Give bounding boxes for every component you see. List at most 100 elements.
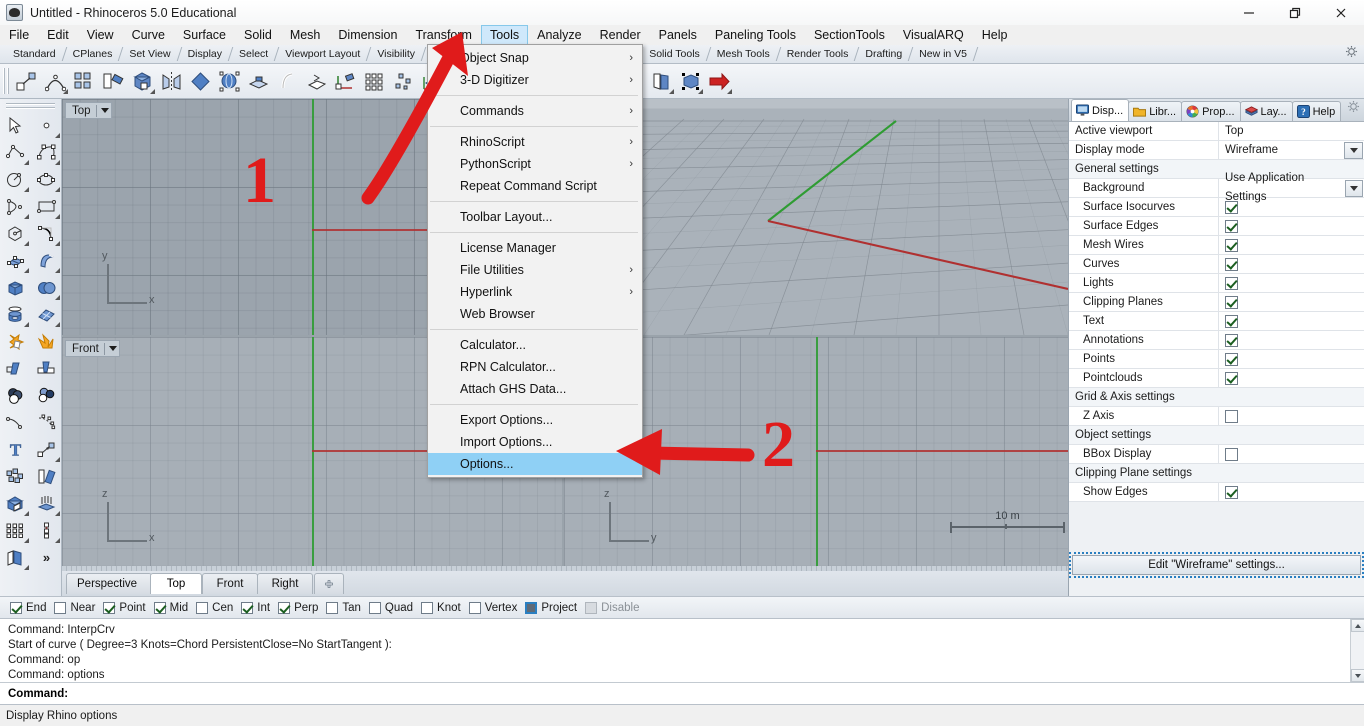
trim-tool-icon[interactable] — [0, 355, 31, 382]
mirror-tool-icon[interactable] — [158, 68, 185, 95]
control-point-curve-icon[interactable] — [31, 139, 62, 166]
extrude-tool-icon[interactable] — [245, 68, 272, 95]
chevron-down-icon[interactable] — [100, 108, 109, 113]
menuitem-import-options[interactable]: Import Options... — [428, 431, 642, 453]
planar-surface-icon[interactable] — [303, 68, 330, 95]
mesh-surface-icon[interactable] — [31, 301, 62, 328]
osnap-knot[interactable]: Knot — [421, 601, 461, 614]
menuitem-web-browser[interactable]: Web Browser — [428, 303, 642, 325]
array-tool-icon[interactable] — [71, 68, 98, 95]
viewport-tab-add-button[interactable] — [314, 573, 344, 594]
menuitem-attach-ghs-data[interactable]: Attach GHS Data... — [428, 378, 642, 400]
row-pointclouds[interactable]: Pointclouds — [1069, 368, 1364, 388]
menu-view[interactable]: View — [78, 25, 123, 45]
toolbar-tab-mesh-tools[interactable]: Mesh Tools — [708, 46, 778, 63]
box-tool-icon[interactable] — [129, 68, 156, 95]
osnap-mid[interactable]: Mid — [153, 601, 188, 614]
more-tools-icon[interactable]: » — [31, 544, 62, 571]
red-arrow-tool-icon[interactable] — [706, 68, 733, 95]
show-edges-checkbox[interactable] — [1225, 485, 1238, 499]
select-points-icon[interactable] — [361, 68, 388, 95]
viewport-tab-grip[interactable] — [62, 566, 1068, 571]
select-arrow-icon[interactable] — [0, 112, 31, 139]
curve-tool-icon[interactable] — [42, 68, 69, 95]
curve-points-icon[interactable] — [31, 409, 62, 436]
osnap-perp[interactable]: Perp — [278, 601, 318, 614]
row-mesh-wires[interactable]: Mesh Wires — [1069, 235, 1364, 255]
menuitem-3d-digitizer[interactable]: 3-D Digitizer › — [428, 69, 642, 91]
curve-from-object-icon[interactable] — [0, 409, 31, 436]
clipping-planes-checkbox[interactable] — [1225, 295, 1238, 309]
viewport-top-label[interactable]: Top — [65, 102, 112, 119]
points-checkbox[interactable] — [1225, 352, 1238, 366]
text-tool-icon[interactable]: T — [0, 436, 31, 463]
menuitem-hyperlink[interactable]: Hyperlink › — [428, 281, 642, 303]
rectangle-tool-icon[interactable] — [31, 193, 62, 220]
panel-tab-libraries[interactable]: Libr... — [1128, 101, 1183, 121]
panel-tab-layers[interactable]: Lay... — [1239, 101, 1293, 121]
panel-tab-display[interactable]: Disp... — [1071, 99, 1130, 121]
bbox-display-checkbox[interactable] — [1225, 447, 1238, 461]
osnap-mid-checkbox[interactable] — [153, 601, 166, 614]
maximize-button[interactable] — [1272, 0, 1318, 25]
select-sub-objects-icon[interactable] — [390, 68, 417, 95]
row-show-edges[interactable]: Show Edges — [1069, 482, 1364, 502]
menuitem-export-options[interactable]: Export Options... — [428, 409, 642, 431]
menu-panels[interactable]: Panels — [650, 25, 706, 45]
viewport-tab-front[interactable]: Front — [202, 573, 258, 594]
menu-dimension[interactable]: Dimension — [329, 25, 406, 45]
osnap-end-checkbox[interactable] — [10, 601, 22, 614]
osnap-project-checkbox[interactable] — [525, 601, 538, 614]
divide-curve-icon[interactable] — [31, 517, 62, 544]
menuitem-repeat-command-script[interactable]: Repeat Command Script — [428, 175, 642, 197]
selected-box-icon[interactable] — [677, 68, 704, 95]
close-button[interactable] — [1318, 0, 1364, 25]
surface-edges-checkbox[interactable] — [1225, 219, 1238, 233]
display-mode-dropdown-button[interactable] — [1344, 141, 1363, 159]
toolbar-tab-viewport-layout[interactable]: Viewport Layout — [276, 46, 368, 63]
menu-visualarq[interactable]: VisualARQ — [894, 25, 973, 45]
toolbar-grip[interactable] — [3, 68, 10, 94]
pointclouds-checkbox[interactable] — [1225, 371, 1238, 385]
menuitem-rpn-calculator[interactable]: RPN Calculator... — [428, 356, 642, 378]
menuitem-calculator[interactable]: Calculator... — [428, 334, 642, 356]
menuitem-file-utilities[interactable]: File Utilities › — [428, 259, 642, 281]
osnap-point[interactable]: Point — [103, 601, 146, 614]
split-tool-icon[interactable] — [31, 355, 62, 382]
curves-checkbox[interactable] — [1225, 257, 1238, 271]
scroll-down-arrow-icon[interactable] — [1351, 669, 1364, 682]
loft-surface-icon[interactable] — [31, 247, 62, 274]
menu-edit[interactable]: Edit — [38, 25, 78, 45]
menu-sectiontools[interactable]: SectionTools — [805, 25, 894, 45]
osnap-cen[interactable]: Cen — [196, 601, 233, 614]
z-axis-checkbox[interactable] — [1225, 409, 1238, 423]
menu-transform[interactable]: Transform — [406, 25, 481, 45]
lights-checkbox[interactable] — [1225, 276, 1238, 290]
toolbar-tab-visibility[interactable]: Visibility — [368, 46, 423, 63]
group-objects-icon[interactable] — [0, 463, 31, 490]
row-points[interactable]: Points — [1069, 349, 1364, 369]
menu-paneling-tools[interactable]: Paneling Tools — [706, 25, 805, 45]
osnap-vertex[interactable]: Vertex — [468, 601, 517, 614]
boolean-intersect-icon[interactable] — [31, 382, 62, 409]
surface-isocurves-checkbox[interactable] — [1225, 200, 1238, 214]
menuitem-object-snap[interactable]: Object Snap › — [428, 47, 642, 69]
row-annotations[interactable]: Annotations — [1069, 330, 1364, 350]
command-prompt-line[interactable]: Command: — [0, 682, 1364, 704]
osnap-vertex-checkbox[interactable] — [468, 601, 481, 614]
menuitem-rhinoscript[interactable]: RhinoScript › — [428, 131, 642, 153]
menu-tools[interactable]: Tools — [480, 25, 529, 45]
toolbar-tab-solid-tools[interactable]: Solid Tools — [640, 46, 708, 63]
row-text[interactable]: Text — [1069, 311, 1364, 331]
rotate-tool-icon[interactable] — [31, 463, 62, 490]
edit-wireframe-settings-button[interactable]: Edit "Wireframe" settings... — [1069, 552, 1364, 578]
point-grid-icon[interactable] — [0, 517, 31, 544]
menuitem-commands[interactable]: Commands › — [428, 100, 642, 122]
osnap-int[interactable]: Int — [241, 601, 270, 614]
arc-tool-icon[interactable] — [0, 193, 31, 220]
toolbar-tab-display[interactable]: Display — [179, 46, 230, 63]
panel-options-gear-icon[interactable] — [1347, 100, 1360, 118]
osnap-project[interactable]: Project — [525, 601, 577, 614]
cylinder-tool-icon[interactable] — [0, 301, 31, 328]
toolbar-tab-select[interactable]: Select — [230, 46, 276, 63]
